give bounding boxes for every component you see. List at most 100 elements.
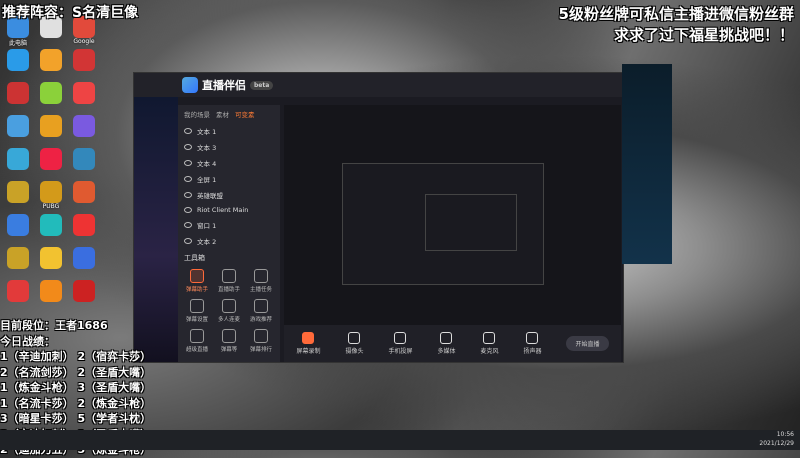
tab-variable[interactable]: 可变素 xyxy=(235,109,255,119)
desktop-icon[interactable] xyxy=(70,82,98,104)
app-name: 直播伴侣 xyxy=(202,79,246,92)
tool-label: 弹幕等 xyxy=(220,347,238,353)
result-line: 1（名流卡莎） 2（炼金斗枪） xyxy=(0,396,152,410)
tool-icon xyxy=(190,329,204,343)
scene-list: 文本 1 文本 3 文本 4 全屏 1 英雄联盟 Riot Client Main 窗口 1… xyxy=(178,123,280,249)
desktop-icon[interactable] xyxy=(37,115,65,137)
desktop-icon[interactable] xyxy=(4,280,32,302)
tool-label: 弹幕助手 xyxy=(185,287,208,293)
scene-item[interactable]: 英雄联盟 xyxy=(178,187,280,203)
tool-label: 多人连麦 xyxy=(217,317,240,323)
visibility-icon[interactable] xyxy=(184,222,192,228)
toolbar-icon xyxy=(348,332,361,344)
desktop-icon[interactable] xyxy=(70,181,98,203)
scene-item[interactable]: 文本 1 xyxy=(178,123,280,139)
visibility-icon[interactable] xyxy=(184,144,192,150)
desktop-icon[interactable] xyxy=(4,181,32,203)
tab-materials[interactable]: 素材 xyxy=(216,109,229,119)
toolbar-label: 扬声器 xyxy=(523,348,542,355)
app-icon xyxy=(73,148,95,170)
bottom-toolbar-item[interactable]: 摄像头 xyxy=(345,332,364,355)
visibility-icon[interactable] xyxy=(184,192,192,198)
tool-icon xyxy=(222,329,236,343)
app-icon xyxy=(40,247,62,269)
bottom-toolbar-item[interactable]: 屏幕录制 xyxy=(296,332,321,355)
scene-item[interactable]: Riot Client Main xyxy=(178,203,280,217)
system-tray-clock[interactable]: 10:56 2021/12/29 xyxy=(759,430,794,448)
scene-item[interactable]: 文本 2 xyxy=(178,233,280,249)
tool-icon xyxy=(190,299,204,313)
fan-group-line-2: 求求了过下福星挑战吧！！ xyxy=(613,26,794,44)
desktop-icon[interactable] xyxy=(70,280,98,302)
visibility-icon[interactable] xyxy=(184,238,192,244)
desktop-icon[interactable] xyxy=(70,115,98,137)
scene-item[interactable]: 窗口 1 xyxy=(178,217,280,233)
desktop-icon[interactable] xyxy=(4,247,32,269)
app-icon xyxy=(40,49,62,71)
toolbox-item[interactable]: 主播任务 xyxy=(246,269,276,293)
desktop-icon[interactable] xyxy=(4,115,32,137)
toolbox-item[interactable]: 直播助手 xyxy=(214,269,244,293)
desktop-icon[interactable] xyxy=(37,49,65,71)
app-icon xyxy=(73,214,95,236)
windows-taskbar xyxy=(0,430,800,450)
tool-icon xyxy=(254,329,268,343)
live-companion-window: 直播伴侣 beta 我的场景 素材 可变素 文本 1 文本 3 文本 4 全屏 1 英雄… xyxy=(133,72,624,363)
desktop-icon[interactable] xyxy=(4,148,32,170)
visibility-icon[interactable] xyxy=(184,160,192,166)
scene-item[interactable]: 文本 3 xyxy=(178,139,280,155)
app-logo-icon xyxy=(182,77,198,93)
bottom-toolbar-item[interactable]: 手机投屏 xyxy=(388,332,413,355)
desktop-icon[interactable] xyxy=(70,148,98,170)
today-label: 今日战绩： xyxy=(0,334,55,348)
desktop-icon[interactable] xyxy=(37,280,65,302)
app-icon xyxy=(7,82,29,104)
sidebar-tabs: 我的场景 素材 可变素 xyxy=(178,105,280,123)
desktop-icon[interactable] xyxy=(70,49,98,71)
toolbox-item[interactable]: 弹幕等 xyxy=(214,329,244,353)
desktop-icon[interactable] xyxy=(70,214,98,236)
tool-icon xyxy=(222,269,236,283)
desktop-icon[interactable] xyxy=(37,247,65,269)
start-live-button[interactable]: 开始直播 xyxy=(566,336,609,351)
visibility-icon[interactable] xyxy=(184,176,192,182)
toolbox-item[interactable]: 多人连麦 xyxy=(214,299,244,323)
scene-label: 文本 2 xyxy=(197,238,217,246)
desktop-icon[interactable] xyxy=(37,82,65,104)
toolbox-item[interactable]: 弹幕排行 xyxy=(246,329,276,353)
desktop-icon[interactable] xyxy=(37,148,65,170)
tray-time: 10:56 xyxy=(776,431,794,438)
toolbox-item[interactable]: 弹幕设置 xyxy=(182,299,212,323)
desktop-icon[interactable] xyxy=(70,247,98,269)
result-line: 2（名流剑莎） 2（圣盾大嘴） xyxy=(0,365,152,379)
desktop-icon[interactable] xyxy=(4,82,32,104)
app-icon xyxy=(7,181,29,203)
scene-item[interactable]: 文本 4 xyxy=(178,155,280,171)
toolbar-icon xyxy=(440,332,453,344)
bottom-toolbar-item[interactable]: 多媒体 xyxy=(437,332,456,355)
toolbox-item[interactable]: 超级直播 xyxy=(182,329,212,353)
desktop-icon[interactable] xyxy=(4,214,32,236)
app-icon xyxy=(7,280,29,302)
desktop-icon[interactable]: PUBG xyxy=(37,181,65,210)
fan-group-banner: 5级粉丝牌可私信主播进微信粉丝群 求求了过下福星挑战吧！！ xyxy=(559,4,794,46)
toolbox-title: 工具箱 xyxy=(184,254,205,262)
app-icon xyxy=(73,115,95,137)
tool-label: 弹幕排行 xyxy=(249,347,272,353)
result-line: 1（辛迪加刺） 2（宿弈卡莎） xyxy=(0,350,152,363)
app-icon xyxy=(7,49,29,71)
visibility-icon[interactable] xyxy=(184,207,192,213)
scene-item[interactable]: 全屏 1 xyxy=(178,171,280,187)
bottom-toolbar-item[interactable]: 麦克风 xyxy=(480,332,499,355)
nested-preview-window xyxy=(342,163,544,285)
desktop-icon[interactable] xyxy=(37,214,65,236)
bottom-toolbar-item[interactable]: 扬声器 xyxy=(523,332,542,355)
toolbox-item[interactable]: 弹幕助手 xyxy=(182,269,212,293)
toolbox-item[interactable]: 游戏推荐 xyxy=(246,299,276,323)
tab-my-scenes[interactable]: 我的场景 xyxy=(184,109,210,119)
visibility-icon[interactable] xyxy=(184,128,192,134)
desktop-icon[interactable] xyxy=(4,49,32,71)
tool-label: 游戏推荐 xyxy=(249,317,272,323)
toolbar-icon xyxy=(483,332,496,344)
recommended-lineup-banner: 推荐阵容：S名清巨像 xyxy=(2,5,139,21)
